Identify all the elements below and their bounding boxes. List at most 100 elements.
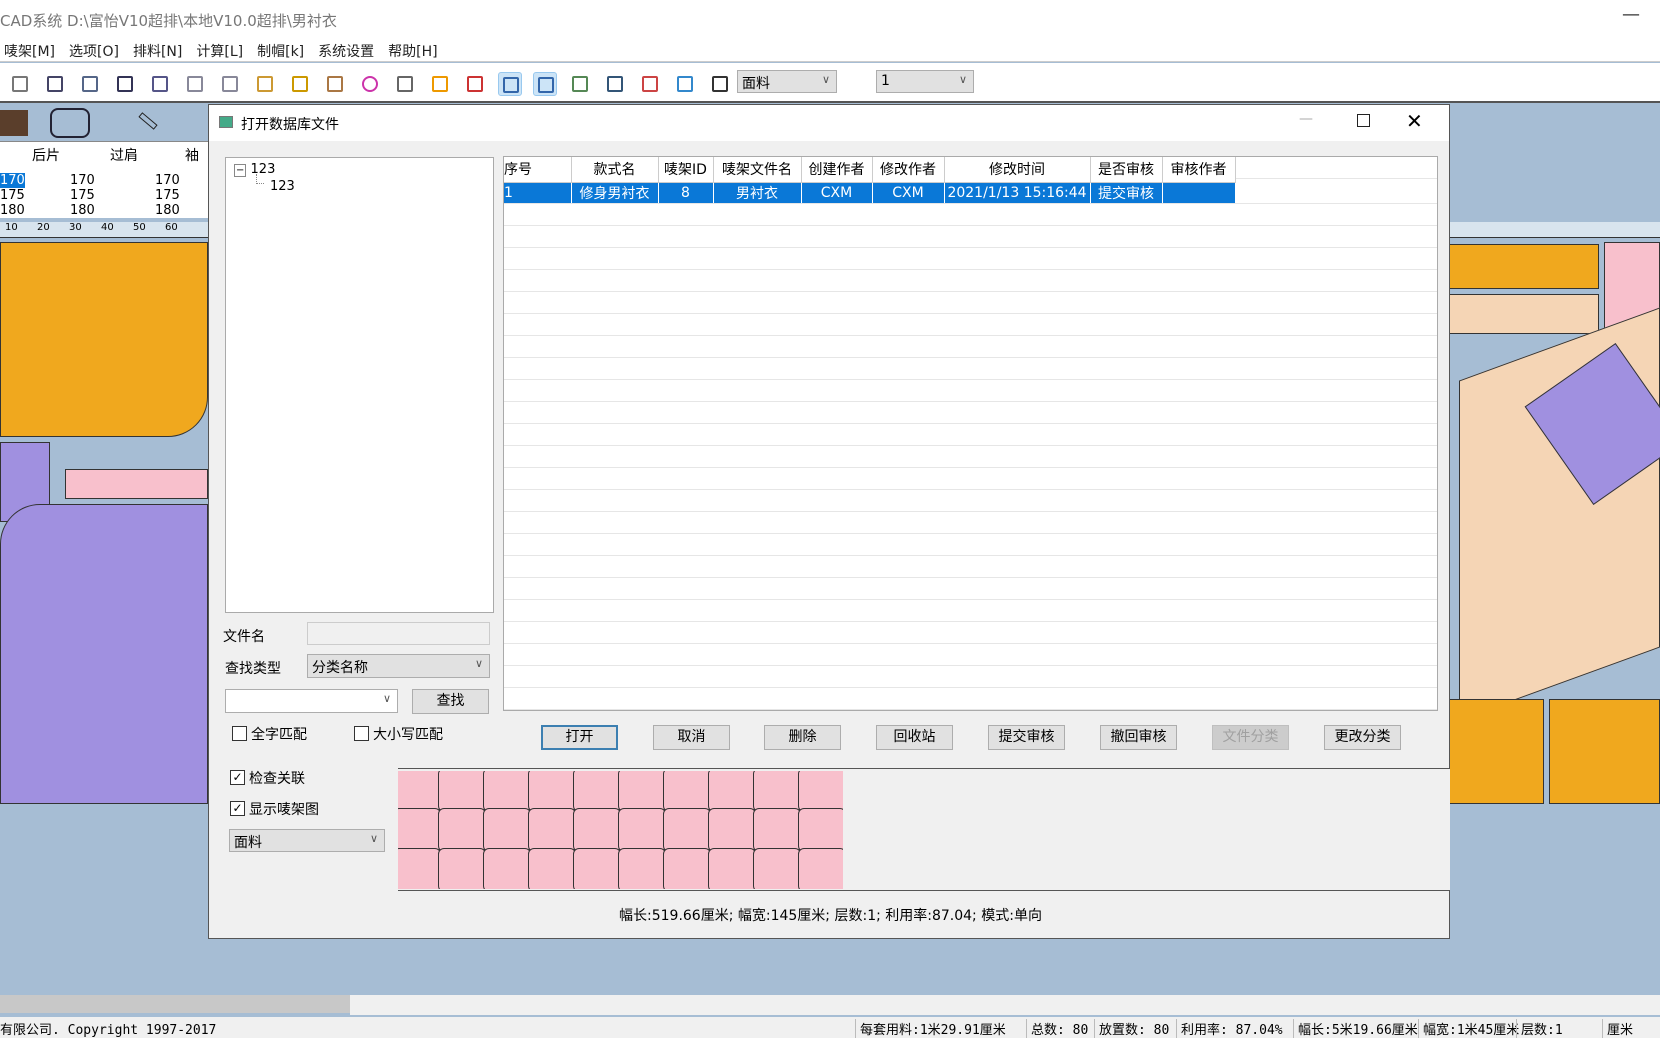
undo-icon[interactable] (183, 72, 207, 96)
size-value[interactable]: 170 (155, 173, 180, 188)
layout-b-icon[interactable] (533, 72, 557, 96)
table-cell[interactable]: 男衬衣 (713, 182, 802, 204)
table-cell[interactable]: 提交审核 (1090, 182, 1163, 204)
piece-shape[interactable] (65, 469, 208, 499)
table-cell[interactable]: 2021/1/13 15:16:44 (944, 182, 1091, 204)
plotter-icon[interactable] (113, 72, 137, 96)
split-icon[interactable] (673, 72, 697, 96)
column-header[interactable]: 唛架ID (658, 157, 714, 183)
minimize-button[interactable]: — (1622, 4, 1640, 25)
menu-4[interactable]: 制帽[k] (257, 44, 304, 60)
grid-icon[interactable] (393, 72, 417, 96)
table-cell[interactable]: 8 (658, 182, 714, 204)
search-value-combo[interactable]: ∨ (225, 689, 398, 713)
preview-fabric-select[interactable]: 面料 ∨ (229, 829, 385, 852)
search-type-select[interactable]: 分类名称 ∨ (307, 654, 490, 678)
table-cell[interactable]: 修身男衬衣 (571, 182, 659, 204)
open-button[interactable]: 打开 (541, 725, 618, 750)
rotate-icon[interactable] (603, 72, 627, 96)
text-icon[interactable] (428, 72, 452, 96)
search-button[interactable]: 查找 (412, 689, 489, 714)
table-cell[interactable] (1162, 182, 1236, 204)
match-whole-checkbox[interactable] (232, 726, 247, 741)
redo-icon[interactable] (218, 72, 242, 96)
menu-5[interactable]: 系统设置 (318, 44, 374, 60)
layout-a-icon[interactable] (498, 72, 522, 96)
size-value[interactable]: 175 (0, 188, 25, 203)
marker-workspace-left[interactable]: 后片 过肩 袖 170 175 180 170 175 180 170 175 180 10… (0, 104, 208, 944)
column-header[interactable]: 唛架文件名 (713, 157, 802, 183)
layer-select[interactable]: 1 ∨ (876, 70, 974, 93)
filename-input[interactable] (307, 622, 490, 645)
import-icon[interactable] (253, 72, 277, 96)
layout-c-icon[interactable] (568, 72, 592, 96)
piece-shape[interactable] (1549, 699, 1660, 804)
submit-review-button[interactable]: 提交审核 (988, 725, 1065, 750)
table-cell[interactable]: CXM (872, 182, 945, 204)
show-marker-checkbox[interactable]: ✓ (230, 801, 245, 816)
open-icon[interactable] (8, 72, 32, 96)
table-cell[interactable]: CXM (801, 182, 873, 204)
piece-shape[interactable] (1449, 294, 1599, 334)
column-header[interactable]: 审核作者 (1162, 157, 1236, 183)
change-category-button[interactable]: 更改分类 (1324, 725, 1401, 750)
size-value[interactable]: 180 (70, 203, 95, 218)
size-value[interactable]: 170 (70, 173, 95, 188)
save-icon[interactable] (43, 72, 67, 96)
flip-icon[interactable] (638, 72, 662, 96)
piece-thumb[interactable] (50, 108, 90, 138)
minimize-button[interactable]: — (1299, 111, 1313, 127)
menu-1[interactable]: 选项[O] (69, 44, 119, 60)
horizontal-scrollbar[interactable] (0, 995, 350, 1013)
size-value[interactable]: 175 (70, 188, 95, 203)
piece-shape[interactable] (0, 242, 208, 437)
column-header[interactable]: 修改作者 (872, 157, 945, 183)
fabric-select[interactable]: 面料 ∨ (737, 70, 837, 93)
column-header[interactable]: 创建作者 (801, 157, 873, 183)
column-header[interactable]: 款式名 (571, 157, 659, 183)
piece-shape[interactable] (1449, 244, 1599, 289)
scrollbar-track[interactable] (350, 995, 1660, 1015)
size-value[interactable]: 180 (0, 203, 25, 218)
column-header[interactable]: 是否审核 (1090, 157, 1163, 183)
table-row[interactable]: 1 修身男衬衣 8 男衬衣 CXM CXM 2021/1/13 15:16:44 提交审核 (504, 182, 1236, 204)
size-value[interactable]: 180 (155, 203, 180, 218)
piece-thumb[interactable] (0, 110, 28, 136)
tree-node-child[interactable]: 123 (270, 179, 295, 194)
delete-button[interactable]: 删除 (764, 725, 841, 750)
category-tree[interactable]: − 123 123 (225, 157, 494, 613)
column-header[interactable]: 序号 (504, 157, 572, 183)
marker-workspace-right[interactable] (1449, 104, 1660, 944)
menu-2[interactable]: 排料[N] (133, 44, 182, 60)
size-list[interactable]: 170 175 180 170 175 180 170 175 180 (0, 172, 208, 218)
menu-3[interactable]: 计算[L] (196, 44, 243, 60)
match-case-checkbox[interactable] (354, 726, 369, 741)
ruler-icon[interactable] (288, 72, 312, 96)
withdraw-review-button[interactable]: 撤回审核 (1100, 725, 1177, 750)
column-header[interactable]: 修改时间 (944, 157, 1091, 183)
color-icon[interactable] (358, 72, 382, 96)
tools-icon[interactable] (323, 72, 347, 96)
check-related-checkbox[interactable]: ✓ (230, 770, 245, 785)
delete-icon[interactable] (708, 72, 732, 96)
piece-shape[interactable] (1449, 699, 1544, 804)
collapse-icon[interactable]: − (234, 164, 247, 177)
recycle-bin-button[interactable]: 回收站 (876, 725, 953, 750)
image-icon[interactable] (463, 72, 487, 96)
tree-node-label[interactable]: 123 (270, 179, 295, 194)
cancel-button[interactable]: 取消 (653, 725, 730, 750)
menu-6[interactable]: 帮助[H] (388, 44, 437, 60)
menu-0[interactable]: 唛架[M] (4, 44, 55, 60)
print-icon[interactable] (78, 72, 102, 96)
close-button[interactable]: ✕ (1406, 109, 1423, 133)
maximize-button[interactable] (1357, 114, 1370, 127)
piece-thumb[interactable] (138, 112, 158, 130)
preview-icon[interactable] (148, 72, 172, 96)
size-value[interactable]: 170 (0, 173, 25, 188)
table-cell[interactable]: 1 (504, 182, 572, 204)
piece-shape[interactable] (0, 504, 208, 804)
file-table[interactable]: 序号 款式名 唛架ID 唛架文件名 创建作者 修改作者 修改时间 是否审核 审核作者 1 修身男衬… (503, 156, 1438, 711)
preview-piece (573, 808, 621, 852)
tree-node-root[interactable]: − 123 (234, 162, 275, 177)
size-value[interactable]: 175 (155, 188, 180, 203)
